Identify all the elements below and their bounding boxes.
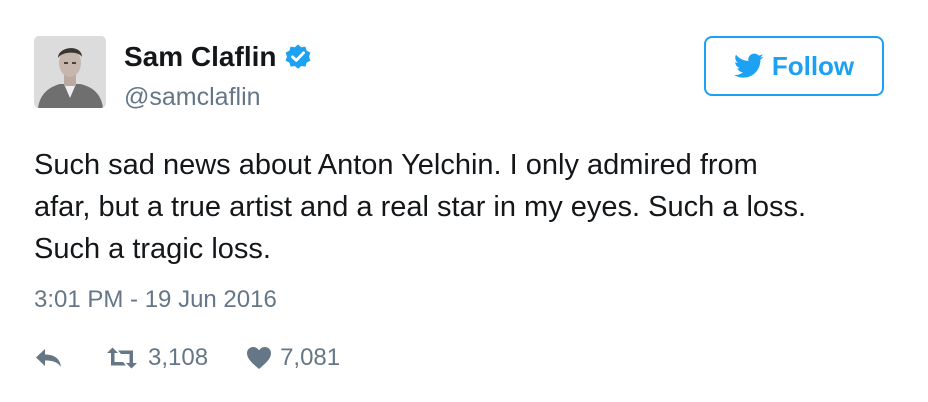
tweet-text-line: Such a tragic loss.: [34, 233, 271, 265]
reply-button[interactable]: [34, 346, 64, 370]
avatar[interactable]: [34, 36, 106, 108]
tweet-text: Such sad news about Anton Yelchin. I onl…: [34, 144, 904, 270]
author-handle[interactable]: @samclaflin: [124, 82, 261, 112]
tweet-text-line: afar, but a true artist and a real star …: [34, 191, 807, 223]
author-name-row: Sam Claflin: [124, 40, 312, 74]
tweet-text-line: Such sad news about Anton Yelchin. I onl…: [34, 149, 758, 181]
tweet-card: Sam Claflin @samclaflin Follow Such sad …: [0, 0, 928, 402]
retweet-count: 3,108: [148, 344, 209, 371]
tweet-actions: 3,108 7,081: [34, 340, 340, 376]
reply-icon: [34, 346, 64, 370]
avatar-image: [34, 36, 106, 108]
twitter-bird-icon: [733, 53, 764, 79]
author-name[interactable]: Sam Claflin: [124, 40, 276, 74]
tweet-timestamp[interactable]: 3:01 PM - 19 Jun 2016: [34, 285, 277, 315]
retweet-icon: [104, 346, 140, 370]
like-count: 7,081: [280, 344, 341, 371]
follow-button[interactable]: Follow: [704, 36, 884, 96]
follow-label: Follow: [771, 51, 855, 81]
like-button[interactable]: 7,081: [246, 343, 340, 373]
heart-icon: [246, 346, 272, 370]
verified-badge-icon: [284, 43, 312, 71]
retweet-button[interactable]: 3,108: [104, 343, 208, 373]
